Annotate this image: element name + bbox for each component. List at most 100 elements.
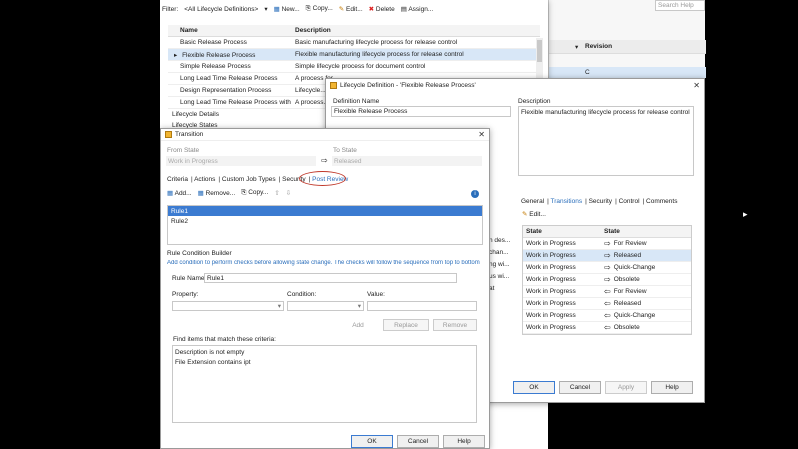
arrow-right-icon: ⇨ [604,263,611,272]
col-from-state: State [526,228,542,235]
table-row[interactable]: Work in Progress ⇨ Released [523,250,691,262]
property-dropdown[interactable]: ▾ [172,301,284,311]
mouse-cursor: ▸ [743,209,748,219]
definition-name-label: Definition Name [333,98,380,105]
close-icon[interactable]: ✕ [478,130,485,139]
cancel-button[interactable]: Cancel [559,381,601,394]
remove-rule-button[interactable]: ▦ Remove... [198,189,236,197]
from-state-cell: Work in Progress [526,324,576,331]
rule-name-label: Rule Name: [172,275,207,282]
arrow-right-icon: ⇨ [604,251,611,260]
search-input[interactable]: Search Help [655,0,705,11]
add-icon: ▦ [167,190,174,197]
arrow-left-icon: ⇦ [604,287,611,296]
move-down-icon[interactable]: ⇩ [286,189,291,197]
rules-toolbar: ▦ Add... ▦ Remove... ⎘ Copy... ⇧ ⇩ [167,189,291,197]
edit-button[interactable]: ✎ Edit... [339,5,363,13]
tab-actions[interactable]: Actions [194,176,215,183]
copy-rule-button[interactable]: ⎘ Copy... [241,189,268,197]
remove-condition-button[interactable]: Remove [433,319,477,331]
list-item[interactable]: Rule1 [168,206,482,216]
chevron-down-icon: ▾ [357,303,361,310]
add-rule-button[interactable]: ▦ Add... [167,189,192,197]
info-icon[interactable]: i [471,190,479,198]
move-up-icon[interactable]: ⇧ [274,189,279,197]
tab-custom-job-types[interactable]: Custom Job Types [222,176,276,183]
description-field[interactable]: Flexible manufacturing lifecycle process… [518,106,694,176]
lifecycle-icon [330,81,337,89]
new-button[interactable]: ▦ New... [274,5,300,13]
from-state-label: From State [167,147,200,154]
assign-button[interactable]: ▤ Assign... [401,5,434,13]
chevron-down-icon[interactable]: ▾ [264,5,267,13]
revision-row[interactable]: C [549,67,706,78]
close-icon[interactable]: ✕ [693,81,700,90]
filter-dropdown[interactable]: <All Lifecycle Definitions> [184,6,258,13]
list-item[interactable]: Description is not empty [175,348,244,358]
condition-dropdown[interactable]: ▾ [287,301,364,311]
builder-title: Rule Condition Builder [167,250,232,257]
property-label: Property: [172,291,199,298]
remove-icon: ▦ [197,190,204,197]
criteria-list[interactable]: Description is not empty File Extension … [172,345,477,423]
from-state-cell: Work in Progress [526,264,576,271]
edit-transition-button[interactable]: ✎ Edit... [522,210,546,218]
from-state-cell: Work in Progress [526,288,576,295]
post-review-highlight [299,171,346,186]
to-state-cell: Released [613,252,642,259]
delete-button[interactable]: ✖ Delete [369,5,395,13]
table-row[interactable]: Work in Progress ⇦ Obsolete [523,322,691,334]
rule-name-field[interactable]: Rule1 [204,273,457,283]
ok-button[interactable]: OK [513,381,555,394]
to-state-cell: Obsolete [613,276,640,283]
list-item[interactable]: Rule2 [168,216,482,226]
table-row[interactable]: Work in Progress ⇨ For Review [523,238,691,250]
grid-header: Name Description [168,25,540,37]
chevron-down-icon: ▾ [575,44,579,51]
copy-button[interactable]: ⎘ Copy... [306,5,333,13]
table-row[interactable]: Work in Progress ⇨ Obsolete [523,274,691,286]
apply-button[interactable]: Apply [605,381,647,394]
from-state-field: Work in Progress [166,156,316,166]
tab-comments[interactable]: Comments [646,198,677,205]
table-row[interactable]: Work in Progress ⇦ Released [523,298,691,310]
transition-titlebar: Transition ✕ [161,129,489,141]
tab-criteria[interactable]: Criteria [167,176,188,183]
add-condition-button[interactable]: Add [337,319,379,331]
table-row[interactable]: Basic Release Process Basic manufacturing… [168,37,540,49]
cancel-button[interactable]: Cancel [397,435,439,448]
definition-name-field[interactable]: Flexible Release Process [331,106,511,117]
description-label: Description [518,98,551,105]
revision-value: C [585,69,590,76]
condition-label: Condition: [287,291,317,298]
table-row[interactable]: Work in Progress ⇦ Quick-Change [523,310,691,322]
help-button[interactable]: Help [651,381,693,394]
value-field[interactable] [367,301,477,311]
list-item[interactable]: File Extension contains ipt [175,358,251,368]
find-items-label: Find items that match these criteria: [173,336,276,343]
table-row[interactable]: ▸ Flexible Release Process Flexible manuf… [168,49,540,61]
tab-security[interactable]: Security [589,198,612,205]
tab-transitions[interactable]: Transitions [551,198,583,205]
col-name: Name [180,27,198,34]
table-row[interactable]: Work in Progress ⇨ Quick-Change [523,262,691,274]
arrow-left-icon: ⇦ [604,323,611,332]
from-state-cell: Work in Progress [526,312,576,319]
tab-control[interactable]: Control [619,198,640,205]
help-button[interactable]: Help [443,435,485,448]
definition-title: Lifecycle Definition - 'Flexible Release… [340,81,476,89]
ok-button[interactable]: OK [351,435,393,448]
replace-condition-button[interactable]: Replace [383,319,429,331]
revision-header: ▾ Revision [549,40,706,54]
transition-arrow-icon: ⇨ [321,156,328,165]
to-state-cell: Released [613,300,642,307]
arrow-right-icon: ⇨ [604,275,611,284]
copy-icon: ⎘ [241,189,247,196]
to-state-label: To State [333,147,357,154]
builder-hint: Add condition to perform checks before a… [167,260,480,266]
table-row[interactable]: Simple Release Process Simple lifecycle p… [168,61,540,73]
chevron-down-icon: ▾ [277,303,281,310]
to-state-cell: Obsolete [613,324,640,331]
table-row[interactable]: Work in Progress ⇦ For Review [523,286,691,298]
tab-general[interactable]: General [521,198,544,205]
